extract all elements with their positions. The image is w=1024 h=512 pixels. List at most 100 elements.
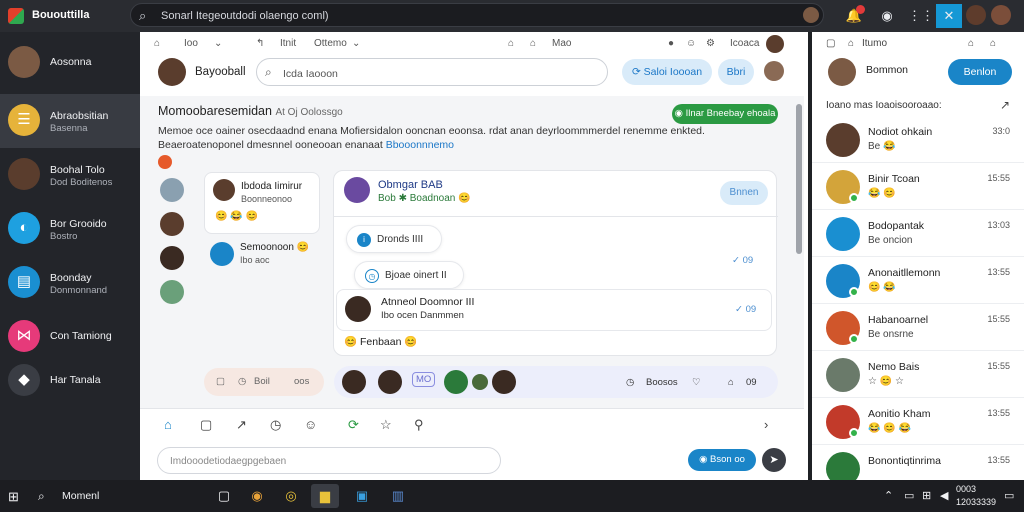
sidebar-item-boohal[interactable]: Boohal Tolo Dod Boditenos: [0, 148, 140, 202]
file-icon[interactable]: ▢: [216, 376, 225, 387]
thread-action-button[interactable]: Bnnen: [720, 181, 768, 205]
reply-card[interactable]: Atnneol Doomnor III Ibo ocen Danmmen ✓ 0…: [336, 289, 772, 331]
battery-icon[interactable]: ⊞: [922, 489, 931, 502]
list-item[interactable]: Semoonoon 😊 Ibo aoc: [208, 240, 328, 270]
scrollbar[interactable]: [796, 104, 802, 254]
home-icon[interactable]: ⌂: [508, 38, 514, 49]
send-icon[interactable]: ↗: [236, 417, 247, 433]
toolbar-item[interactable]: Ioo: [184, 38, 198, 49]
smile-icon[interactable]: ☺: [304, 417, 317, 432]
notification-icon[interactable]: ▭: [1004, 489, 1014, 502]
folder-icon[interactable]: ▆: [311, 484, 339, 508]
grid-icon[interactable]: ⋮⋮: [908, 4, 934, 28]
chevron-down-icon[interactable]: ⌄: [352, 38, 360, 49]
avatar[interactable]: [160, 212, 184, 236]
avatar[interactable]: [966, 5, 986, 25]
browser-icon[interactable]: ◎: [277, 484, 305, 508]
avatar[interactable]: [160, 246, 184, 270]
clock-time[interactable]: 0003: [956, 484, 976, 494]
taskbar-search-text[interactable]: Momenl: [62, 490, 99, 502]
home-icon[interactable]: ⌂: [530, 38, 536, 49]
pin-icon[interactable]: ⚲: [414, 417, 424, 433]
sidebar-item-boonday[interactable]: ▤ Boonday Donmonnand: [0, 256, 140, 310]
home-icon[interactable]: ⌂: [968, 38, 974, 49]
shield-icon[interactable]: ◉: [875, 4, 899, 28]
chevron-down-icon[interactable]: ⌄: [214, 38, 222, 49]
avatar[interactable]: [444, 370, 468, 394]
avatar[interactable]: [803, 7, 819, 23]
pin-icon[interactable]: ⌂: [728, 377, 734, 388]
sidebar-item-abraobsitian[interactable]: ☰ Abraobsitian Basenna: [0, 94, 140, 148]
message-card[interactable]: Ibdoda Iimirur Boonneonoo 😊 😂 😊: [204, 172, 320, 234]
contact-item[interactable]: Aonitio Kham 😂 😊 😂 13:55: [812, 398, 1024, 445]
avatar[interactable]: [378, 370, 402, 394]
search-icon[interactable]: ⌕: [38, 489, 45, 504]
star-icon[interactable]: ☆: [380, 417, 392, 433]
gear-icon[interactable]: ⚙: [706, 38, 715, 49]
send-icon[interactable]: ➤: [762, 448, 786, 472]
status-badge[interactable]: ◉ Ilnar Bneebay ehoala: [672, 104, 778, 124]
home-icon[interactable]: ⌂: [164, 417, 172, 432]
avatar[interactable]: [472, 374, 488, 390]
task-view-icon[interactable]: ▢: [210, 484, 238, 508]
avatar[interactable]: [492, 370, 516, 394]
home-icon[interactable]: ⌂: [990, 38, 996, 49]
contact-item[interactable]: Habanoarnel Be onsrne 15:55: [812, 304, 1024, 351]
chat-icon[interactable]: ✕: [936, 4, 962, 28]
bookmark-icon[interactable]: ⌂: [848, 38, 854, 49]
windows-icon[interactable]: ⊞: [8, 489, 19, 505]
contact-item[interactable]: Anonaitllemonn 😊 😂 13:55: [812, 257, 1024, 304]
home-icon[interactable]: ⌂: [154, 38, 160, 49]
avatar[interactable]: [764, 61, 784, 81]
toolbar-item[interactable]: Ottemo: [314, 38, 347, 49]
sidebar-item-har[interactable]: ◆ Har Tanala: [0, 354, 140, 408]
avatar[interactable]: [158, 58, 186, 86]
contacts-action-button[interactable]: Benlon: [948, 59, 1012, 85]
contact-item[interactable]: Binir Tcoan 😂 😊 15:55: [812, 163, 1024, 210]
bell-icon[interactable]: 🔔: [842, 4, 866, 28]
send-icon[interactable]: ↗: [1000, 98, 1010, 112]
contact-item[interactable]: Bodopantak Be oncion 13:03: [812, 210, 1024, 257]
avatar[interactable]: ●: [668, 38, 674, 49]
avatar[interactable]: [766, 35, 784, 53]
sidebar-item-bor[interactable]: ◐ Bor Grooido Bostro: [0, 202, 140, 256]
shield-icon[interactable]: ♡: [692, 377, 701, 388]
global-search-input[interactable]: ⌕ Sonarl Itegeoutdodi olaengo coml): [130, 3, 824, 27]
contact-item[interactable]: Nodiot ohkain Be 😂 33:0: [812, 116, 1024, 163]
chat-icon[interactable]: ▢: [200, 417, 212, 433]
avatar[interactable]: [160, 178, 184, 202]
toolbar-item[interactable]: Mao: [552, 38, 571, 49]
message-bubble[interactable]: ◷ Bjoae oinert II: [354, 261, 464, 289]
compose-input[interactable]: Imdooodetiodaegpgebaen: [157, 447, 501, 474]
refresh-icon[interactable]: ⟳: [348, 417, 359, 433]
attachment-bar[interactable]: ▢ ◷ Boil oos: [204, 368, 324, 396]
network-icon[interactable]: ▭: [904, 489, 914, 502]
store-icon[interactable]: ▣: [348, 484, 376, 508]
channel-link[interactable]: Bbooonnnemo: [386, 139, 454, 151]
toolbar-item[interactable]: Itnit: [280, 38, 296, 49]
avatar[interactable]: [342, 370, 366, 394]
avatar[interactable]: [828, 58, 856, 86]
secondary-button[interactable]: Bbri: [718, 59, 754, 85]
message-bubble[interactable]: i Dronds IIII: [346, 225, 442, 253]
browser-icon[interactable]: ◉: [243, 484, 271, 508]
file-icon[interactable]: ▢: [826, 38, 835, 49]
main-search-input[interactable]: ⌕ Icda Iaooon: [256, 58, 608, 86]
clock-icon[interactable]: ◷: [238, 376, 246, 387]
volume-icon[interactable]: ◀: [940, 489, 948, 502]
send-button[interactable]: ◉ Bson oo: [688, 449, 756, 471]
smile-icon[interactable]: ☺: [686, 38, 696, 49]
reaction-row[interactable]: 😊 Fenbaan 😊: [344, 335, 417, 348]
avatar[interactable]: [344, 177, 370, 203]
app-icon[interactable]: ▥: [384, 484, 412, 508]
sidebar-item-aosonna[interactable]: Aosonna: [0, 36, 140, 90]
clock-icon[interactable]: ◷: [270, 417, 281, 433]
reactions[interactable]: 😊 😂 😊: [215, 211, 258, 222]
chevron-right-icon[interactable]: ›: [764, 417, 768, 432]
chevron-up-icon[interactable]: ⌃: [884, 489, 893, 502]
toolbar-item[interactable]: Icoaca: [730, 38, 759, 49]
toolbar-item[interactable]: Itumo: [862, 38, 887, 49]
back-icon[interactable]: ↰: [256, 38, 264, 49]
clock-date[interactable]: 12033339: [956, 497, 996, 507]
contact-item[interactable]: Nemo Bais ☆ 😊 ☆ 15:55: [812, 351, 1024, 398]
